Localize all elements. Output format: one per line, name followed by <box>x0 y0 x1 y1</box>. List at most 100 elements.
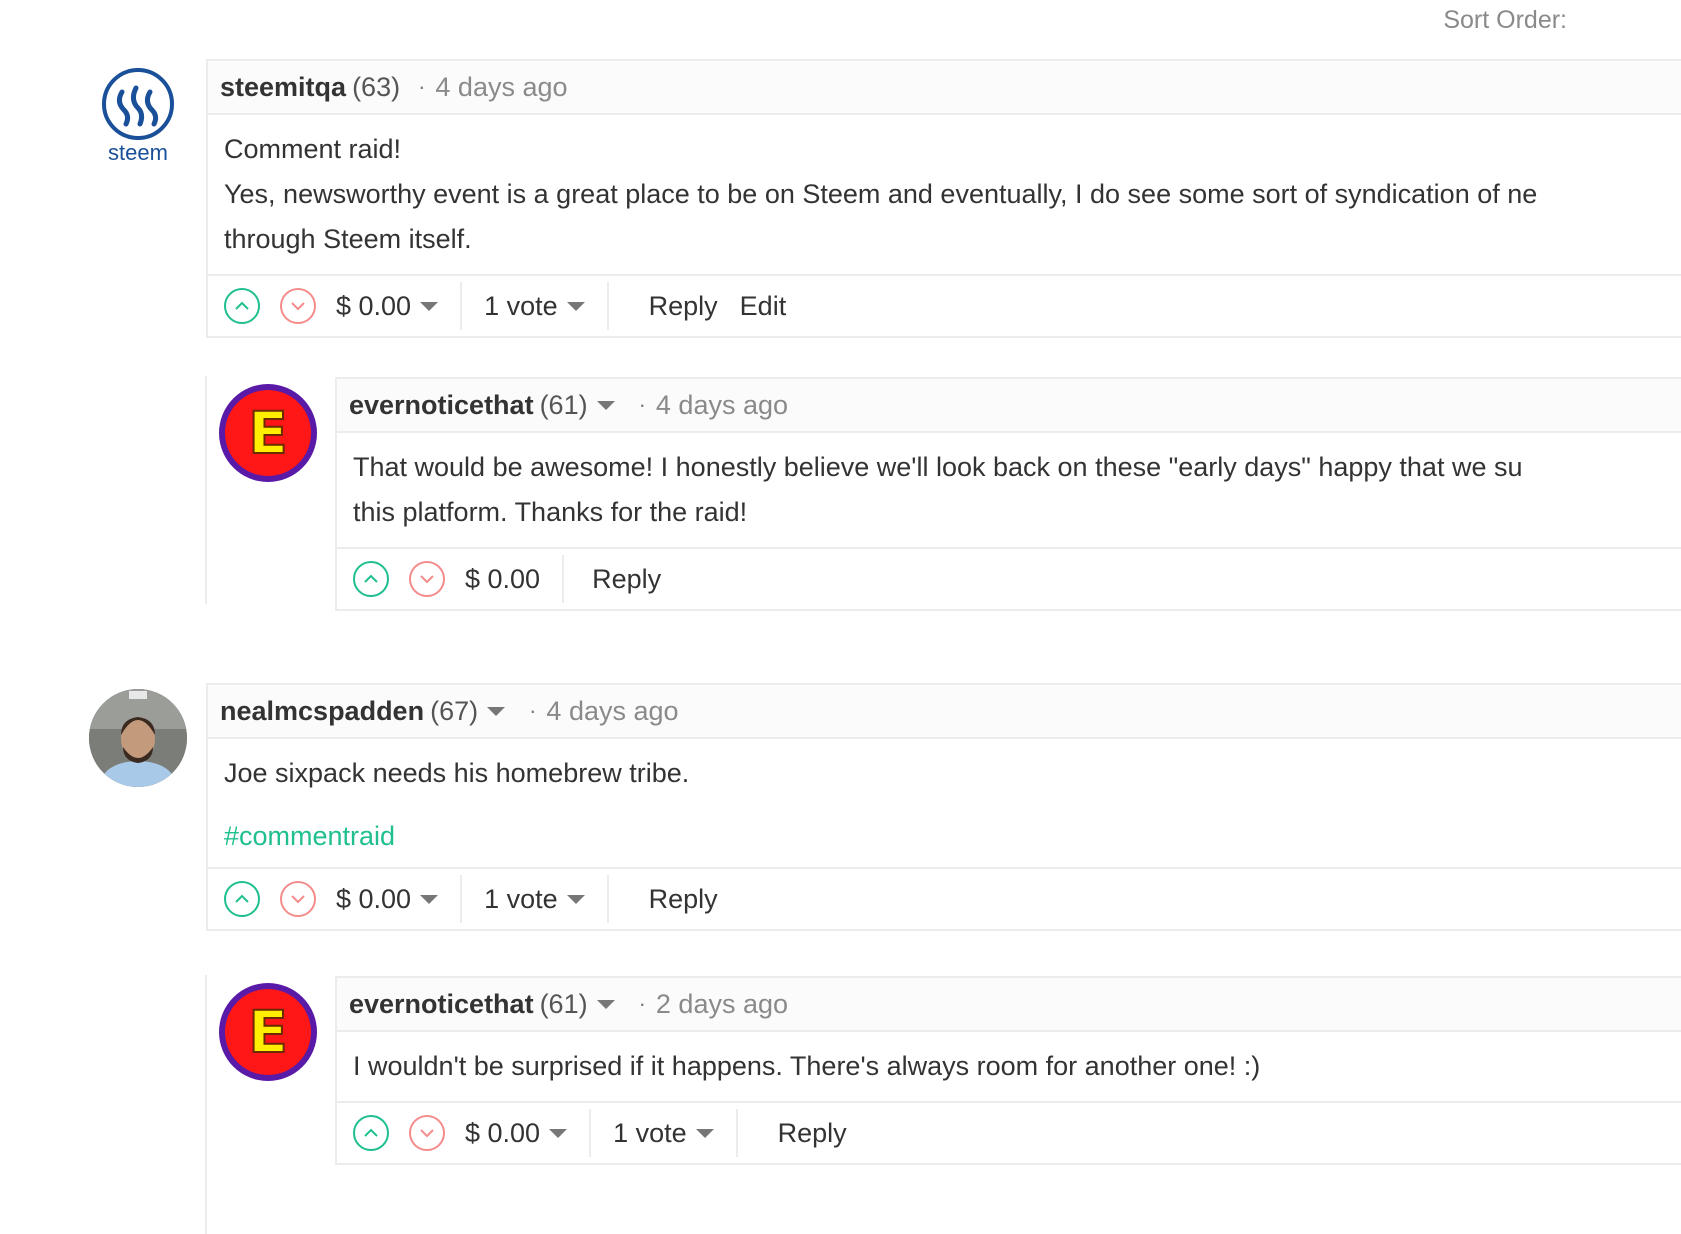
author-reputation: (61) <box>539 389 588 420</box>
votes-count: 1 vote <box>484 883 558 914</box>
user-photo-icon <box>89 689 187 787</box>
comment-footer: $ 0.00 1 vote Reply <box>208 867 1681 929</box>
upvote-chevron-icon <box>364 1128 378 1137</box>
author-name[interactable]: evernoticethat <box>349 989 534 1020</box>
body-line: That would be awesome! I honestly believ… <box>353 452 1523 482</box>
author-name[interactable]: evernoticethat <box>349 390 534 421</box>
payout-dropdown[interactable]: $ 0.00 <box>336 883 439 915</box>
votes-count: 1 vote <box>484 290 558 321</box>
body-line: this platform. Thanks for the raid! <box>353 497 748 527</box>
hashtag-link[interactable]: #commentraid <box>224 814 1665 859</box>
author-reputation: (61) <box>539 988 588 1019</box>
votes-dropdown[interactable]: 1 vote <box>484 291 585 322</box>
upvote-button[interactable] <box>353 561 389 597</box>
downvote-button[interactable] <box>280 288 316 324</box>
downvote-chevron-icon <box>291 302 305 311</box>
author-name[interactable]: nealmcspadden <box>220 696 424 727</box>
downvote-button[interactable] <box>280 881 316 917</box>
comment-header: evernoticethat (61) · 2 days ago <box>337 978 1681 1032</box>
votes-dropdown[interactable]: 1 vote <box>484 884 585 915</box>
payout-value: $ 0.00 <box>465 1117 541 1148</box>
comment-card: evernoticethat (61) · 2 days ago I would… <box>335 976 1681 1165</box>
timestamp[interactable]: 4 days ago <box>435 72 567 103</box>
upvote-chevron-icon <box>235 301 249 310</box>
comment-body: Joe sixpack needs his homebrew tribe. #c… <box>208 739 1681 867</box>
separator-dot: · <box>529 698 537 723</box>
avatar[interactable]: E <box>219 384 317 482</box>
upvote-chevron-icon <box>235 894 249 903</box>
payout-value: $ 0.00 <box>336 290 412 321</box>
divider <box>606 875 609 923</box>
upvote-button[interactable] <box>224 288 260 324</box>
upvote-chevron-icon <box>364 574 378 583</box>
downvote-chevron-icon <box>420 1129 434 1138</box>
author-reputation: (67) <box>430 695 479 726</box>
avatar[interactable] <box>89 689 187 787</box>
comment-body: Comment raid! Yes, newsworthy event is a… <box>208 115 1681 274</box>
divider <box>460 282 463 330</box>
votes-dropdown[interactable]: 1 vote <box>613 1118 714 1149</box>
payout-dropdown[interactable]: $ 0.00 <box>336 290 439 322</box>
avatar-letter: E <box>225 390 311 476</box>
downvote-chevron-icon <box>420 575 434 584</box>
downvote-button[interactable] <box>409 561 445 597</box>
reply-link[interactable]: Reply <box>649 291 718 322</box>
upvote-button[interactable] <box>353 1115 389 1151</box>
comment-card: nealmcspadden (67) · 4 days ago Joe sixp… <box>206 683 1681 931</box>
timestamp[interactable]: 4 days ago <box>656 390 788 421</box>
body-line: Joe sixpack needs his homebrew tribe. <box>224 758 690 788</box>
comment-body: I wouldn't be surprised if it happens. T… <box>337 1032 1681 1101</box>
body-line: Yes, newsworthy event is a great place t… <box>224 179 1538 209</box>
timestamp[interactable]: 2 days ago <box>656 989 788 1020</box>
dropdown-caret-icon <box>420 894 439 904</box>
edit-link[interactable]: Edit <box>740 291 787 322</box>
timestamp[interactable]: 4 days ago <box>546 696 678 727</box>
payout-value: $ 0.00 <box>336 883 412 914</box>
payout-dropdown[interactable]: $ 0.00 <box>465 1117 568 1149</box>
avatar-letter: E <box>225 989 311 1075</box>
comment-footer: $ 0.00 1 vote Reply Edit <box>208 274 1681 336</box>
divider <box>589 1109 592 1157</box>
downvote-button[interactable] <box>409 1115 445 1151</box>
avatar[interactable]: steem <box>90 62 186 172</box>
reply-link[interactable]: Reply <box>778 1118 847 1149</box>
divider <box>735 1109 738 1157</box>
separator-dot: · <box>418 74 426 99</box>
thread-indent-line <box>205 376 207 604</box>
divider <box>562 555 565 603</box>
comment-header: nealmcspadden (67) · 4 days ago <box>208 685 1681 739</box>
reply-link[interactable]: Reply <box>649 884 718 915</box>
comment-footer: $ 0.00 Reply <box>337 547 1681 609</box>
divider <box>460 875 463 923</box>
author-name[interactable]: steemitqa <box>220 72 346 103</box>
dropdown-caret-icon <box>695 1128 714 1138</box>
comment-card: steemitqa (63) · 4 days ago Comment raid… <box>206 59 1681 338</box>
sort-order-label[interactable]: Sort Order: <box>1443 6 1567 35</box>
divider <box>606 282 609 330</box>
dropdown-caret-icon[interactable] <box>487 706 506 716</box>
avatar-label: steem <box>108 140 168 165</box>
separator-dot: · <box>638 991 646 1016</box>
dropdown-caret-icon <box>420 301 439 311</box>
avatar[interactable]: E <box>219 983 317 1081</box>
payout-value[interactable]: $ 0.00 <box>465 564 540 595</box>
dropdown-caret-icon <box>566 894 585 904</box>
comment-card: evernoticethat (61) · 4 days ago That wo… <box>335 377 1681 611</box>
thread-indent-line <box>205 975 207 1234</box>
comment-header: evernoticethat (61) · 4 days ago <box>337 379 1681 433</box>
votes-count: 1 vote <box>613 1117 687 1148</box>
comment-body: That would be awesome! I honestly believ… <box>337 433 1681 547</box>
dropdown-caret-icon <box>549 1128 568 1138</box>
body-line: through Steem itself. <box>224 224 472 254</box>
comment-footer: $ 0.00 1 vote Reply <box>337 1101 1681 1163</box>
dropdown-caret-icon[interactable] <box>596 400 615 410</box>
body-line: Comment raid! <box>224 134 402 164</box>
dropdown-caret-icon[interactable] <box>596 999 615 1009</box>
downvote-chevron-icon <box>291 895 305 904</box>
separator-dot: · <box>638 392 646 417</box>
upvote-button[interactable] <box>224 881 260 917</box>
comment-header: steemitqa (63) · 4 days ago <box>208 61 1681 115</box>
reply-link[interactable]: Reply <box>592 564 661 595</box>
author-reputation: (63) <box>352 71 401 102</box>
dropdown-caret-icon <box>566 301 585 311</box>
